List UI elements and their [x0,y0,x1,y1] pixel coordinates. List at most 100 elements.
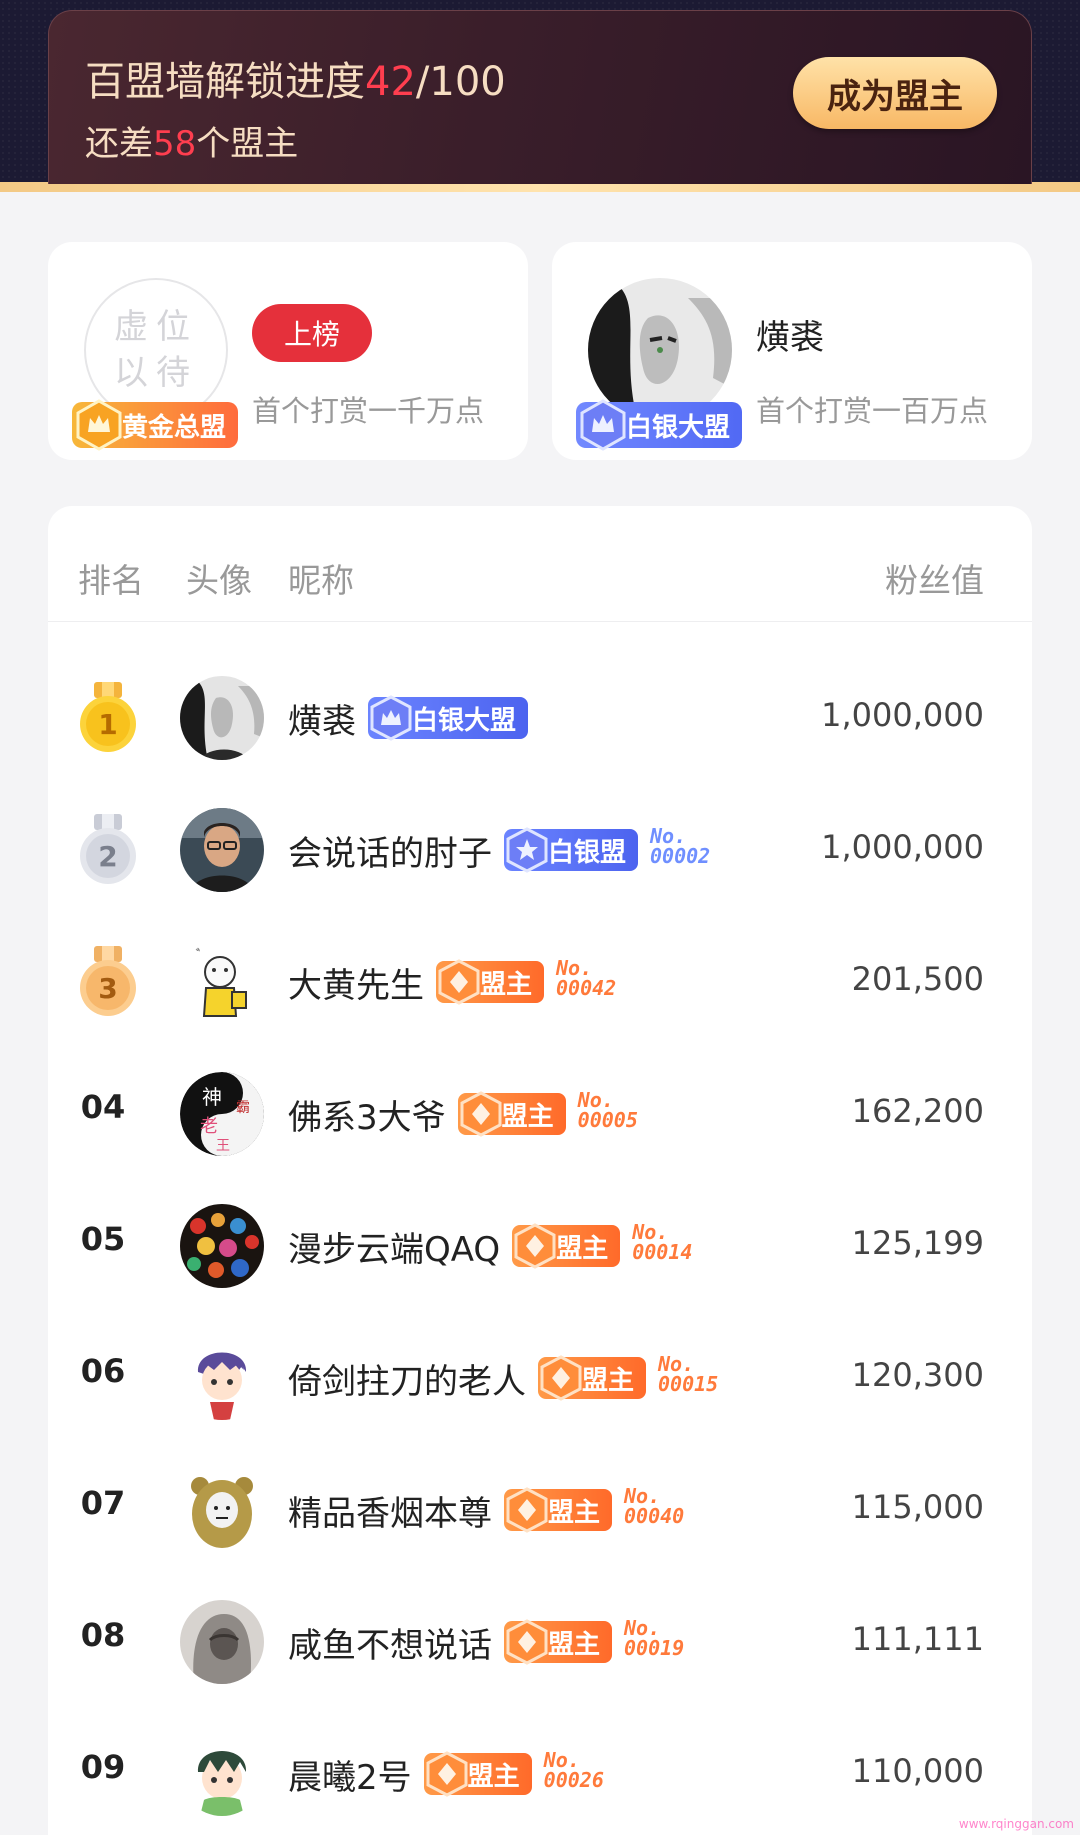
medal-rank-number: 1 [98,708,117,741]
member-number-prefix: No. [556,956,593,980]
member-number: No. 00042 [556,958,616,998]
member-number-value: 00026 [543,1768,604,1792]
svg-text:神: 神 [202,1085,222,1109]
gold-crown-hex-icon [76,399,122,451]
svg-text:✎: ✎ [194,945,201,954]
member-number-value: 00040 [624,1504,685,1528]
orange-hex-icon [540,1355,582,1401]
nickname[interactable]: 熿裘 [288,694,356,743]
man-with-glasses-avatar-image [180,808,264,892]
tier-badge: 盟主 [538,1355,647,1401]
fans-value: 1,000,000 [821,696,984,734]
avatar[interactable] [180,1336,264,1420]
avatar[interactable] [180,1600,264,1684]
fans-value: 115,000 [851,1488,984,1526]
avatar[interactable] [180,808,264,892]
medal-rank-number: 3 [98,972,117,1005]
orange-hex-icon [514,1223,556,1269]
nickname-group: 晨曦2号 盟主 No. 00026 [288,1744,604,1804]
tier-badge: 盟主 [504,1487,613,1533]
orange-hex-icon [438,959,480,1005]
avatar[interactable] [180,1468,264,1552]
list-item[interactable]: 09 晨曦2号 盟主 No. 00026 110,000 [48,1708,1032,1835]
nickname-group: 会说话的肘子 白银盟 No. 00002 [288,820,710,880]
nickname[interactable]: 大黄先生 [288,958,424,1007]
avatar[interactable] [180,1732,264,1816]
tier-badge-label: 盟主 [556,1233,609,1264]
list-item[interactable]: 08 咸鱼不想说话 盟主 No. 00019 111,111 [48,1576,1032,1708]
silver-star-hex-icon [506,827,548,873]
list-item[interactable]: 1 熿裘 白银大盟 1,000,000 [48,652,1032,784]
orange-hex-icon [426,1751,468,1797]
avatar[interactable]: 神 老 王 霸 [180,1072,264,1156]
nickname-group: 咸鱼不想说话 盟主 No. 00019 [288,1612,684,1672]
member-number-prefix: No. [650,824,687,848]
nickname-group: 精品香烟本尊 盟主 No. 00040 [288,1480,684,1540]
fans-value: 125,199 [851,1224,984,1262]
member-number-value: 00002 [650,844,711,868]
hooded-figure-avatar-image [180,1600,264,1684]
avatar[interactable] [180,1204,264,1288]
tier-badge-label: 盟主 [548,1497,601,1528]
lanterns-avatar-image [180,1204,264,1288]
ranking-list: 排名 头像 昵称 粉丝值 1 熿裘 白银大盟 1,000,000 2 会说话的肘… [48,506,1032,1835]
svg-text:王: 王 [216,1138,230,1154]
ink-portrait-avatar-image [180,676,264,760]
list-item[interactable]: 2 会说话的肘子 白银盟 No. 00002 1,000,000 [48,784,1032,916]
nickname[interactable]: 佛系3大爷 [288,1090,446,1139]
tier-badge: 盟主 [423,1751,532,1797]
list-item[interactable]: 05 漫步云端QAQ 盟主 No. 00014 125,199 [48,1180,1032,1312]
anime-boy-avatar-image [180,1336,264,1420]
fans-value: 1,000,000 [821,828,984,866]
unlock-title-text: 百盟墙解锁进度 [85,59,365,105]
get-on-list-button[interactable]: 上榜 [252,304,372,362]
fans-value: 162,200 [851,1092,984,1130]
avatar[interactable]: ✎ [180,940,264,1024]
silver-holder-name[interactable]: 熿裘 [756,310,824,359]
bear-costume-meme-avatar-image [180,1468,264,1552]
anime-boy-green-hair-avatar-image [180,1732,264,1816]
list-item[interactable]: 04 神 老 王 霸 佛系3大爷 盟主 No. 00005 162,200 [48,1048,1032,1180]
tier-badge: 白银盟 [504,827,639,873]
nickname[interactable]: 倚剑拄刀的老人 [288,1354,526,1403]
nickname[interactable]: 漫步云端QAQ [288,1222,500,1271]
member-number-prefix: No. [632,1220,669,1244]
unlock-progress-card: 百盟墙解锁进度42/100 还差58个盟主 成为盟主 [48,10,1032,184]
list-item[interactable]: 06 倚剑拄刀的老人 盟主 No. 00015 120,300 [48,1312,1032,1444]
nickname[interactable]: 会说话的肘子 [288,826,492,875]
header-avatar: 头像 [186,561,252,600]
member-number-value: 00014 [632,1240,693,1264]
header-rank: 排名 [78,561,144,600]
placeholder-line-2: 以待 [114,353,198,393]
gold-alliance-card: 虚位 以待 黄金总盟 上榜 首个打赏一千万点 [48,242,528,460]
list-item[interactable]: 07 精品香烟本尊 盟主 No. 00040 115,000 [48,1444,1032,1576]
tier-badge: 盟主 [512,1223,621,1269]
silver-card-description: 首个打赏一百万点 [756,394,989,428]
member-number: No. 00002 [650,826,710,866]
member-number: No. 00026 [544,1750,604,1790]
silver-crown-hex-icon [370,695,412,741]
tier-badge-label: 盟主 [467,1761,520,1792]
member-number-value: 00015 [658,1372,719,1396]
nickname[interactable]: 咸鱼不想说话 [288,1618,492,1667]
progress-total: /100 [415,59,506,105]
member-number-prefix: No. [658,1352,695,1376]
member-number: No. 00015 [658,1354,718,1394]
avatar[interactable] [180,676,264,760]
gold-medal-icon: 1 [80,682,136,752]
remaining-suffix: 个盟主 [196,124,299,164]
svg-text:老: 老 [200,1116,218,1137]
tier-badge-label: 盟主 [582,1365,635,1396]
tier-badge: 白银大盟 [368,695,529,741]
nickname-group: 漫步云端QAQ 盟主 No. 00014 [288,1216,692,1276]
rank-number: 07 [80,1484,126,1522]
become-leader-button[interactable]: 成为盟主 [793,57,997,129]
yin-yang-calligraphy-avatar-image: 神 老 王 霸 [180,1072,264,1156]
progress-current: 42 [365,59,416,105]
unlock-progress-title: 百盟墙解锁进度42/100 [85,49,506,107]
nickname[interactable]: 晨曦2号 [288,1750,412,1799]
orange-hex-icon [460,1091,502,1137]
nickname-group: 倚剑拄刀的老人 盟主 No. 00015 [288,1348,718,1408]
list-item[interactable]: 3 ✎ 大黄先生 盟主 No. 00042 201,500 [48,916,1032,1048]
nickname[interactable]: 精品香烟本尊 [288,1486,492,1535]
